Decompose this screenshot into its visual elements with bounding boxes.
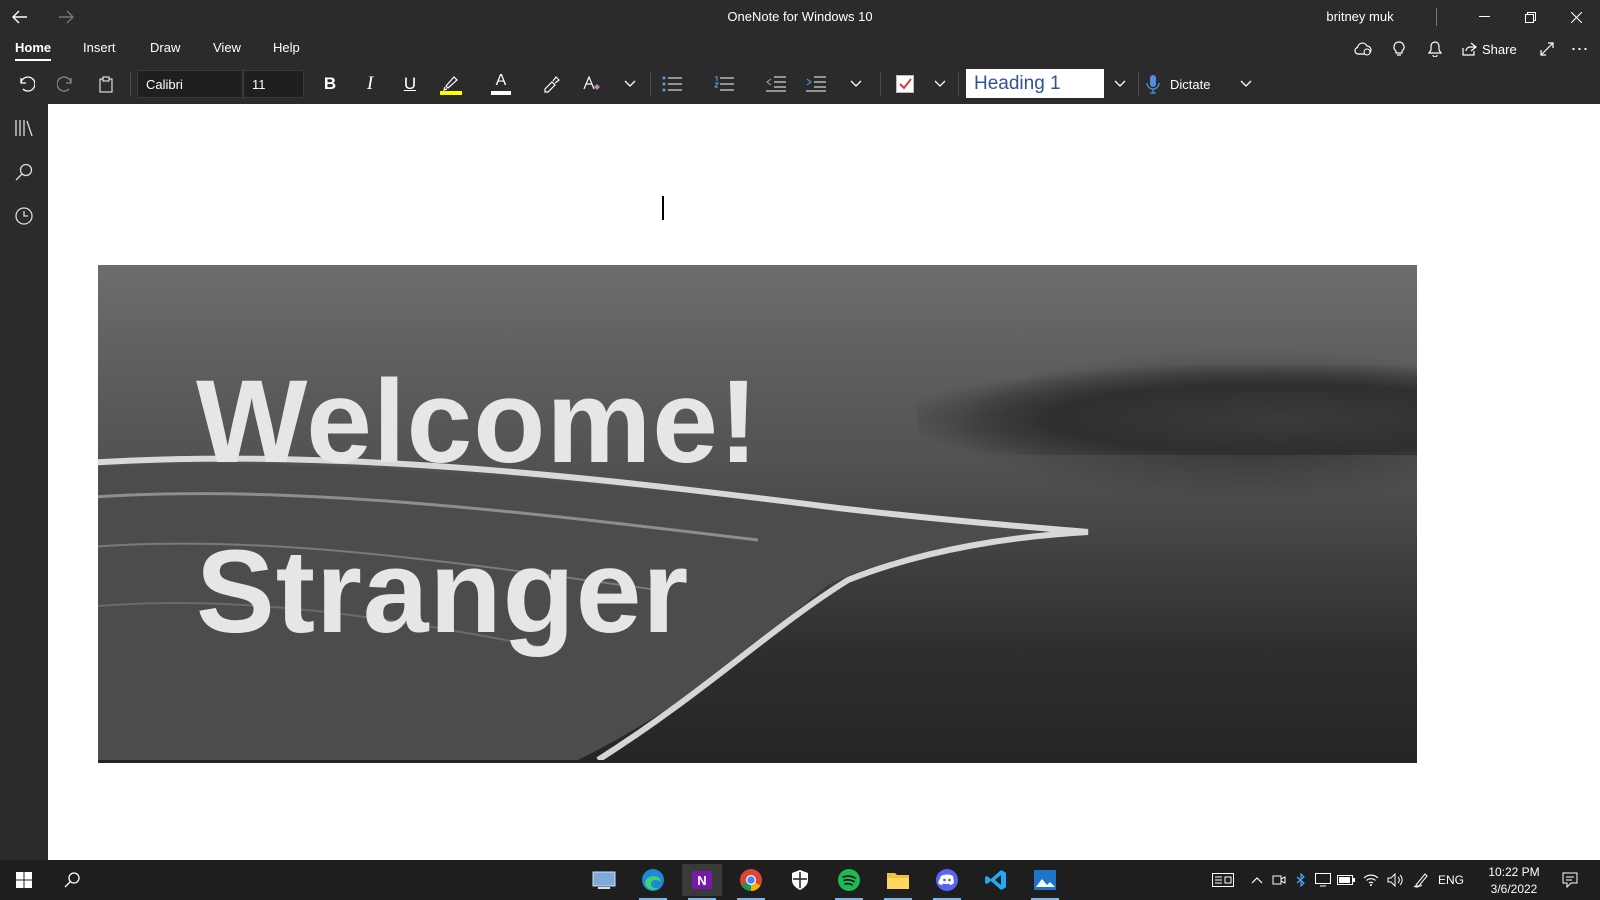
bluetooth-icon[interactable] [1294,872,1308,888]
font-color-label: A [495,72,507,89]
onenote-app-icon[interactable]: N [682,864,722,900]
font-name-field[interactable]: Calibri [137,70,243,98]
discord-icon[interactable] [927,864,967,900]
style-chevron-icon[interactable] [1110,70,1130,98]
clear-formatting-icon[interactable] [580,70,604,98]
tab-draw[interactable]: Draw [150,40,180,55]
more-options-icon[interactable]: ⋯ [1568,38,1592,60]
bold-button[interactable]: B [318,70,342,98]
share-button[interactable]: Share [1462,38,1520,60]
sync-status-icon[interactable] [1352,38,1374,60]
ribbon-tabs: Home Insert Draw View Help Share ⋯ [0,34,1600,62]
page-canvas[interactable]: Welcome! Stranger [48,104,1600,860]
start-windows-icon[interactable] [4,864,44,896]
battery-icon[interactable] [1337,872,1355,888]
windows-taskbar: N ENG 10:22 PM 3/6/2022 [0,860,1600,900]
highlighter-icon[interactable] [438,70,464,98]
toolbar-divider [958,72,959,96]
fullscreen-icon[interactable] [1536,38,1558,60]
welcome-image[interactable]: Welcome! Stranger [98,265,1417,763]
search-icon[interactable] [10,158,38,186]
toolbar-divider [880,72,881,96]
edge-browser-icon[interactable] [633,864,673,900]
vscode-icon[interactable] [976,864,1016,896]
taskbar-search-icon[interactable] [52,864,92,896]
navigation-rail [0,104,48,860]
bell-icon[interactable] [1424,38,1446,60]
lightbulb-icon[interactable] [1388,38,1410,60]
input-language[interactable]: ENG [1436,872,1466,888]
toolbar-divider [130,72,131,96]
wifi-icon[interactable] [1362,872,1380,888]
display-settings-icon[interactable] [1314,872,1332,888]
bullet-list-icon[interactable] [660,70,684,98]
todo-tag-icon[interactable] [892,70,918,98]
spotify-icon[interactable] [829,864,869,900]
image-text-line-2: Stranger [196,526,690,658]
style-selector[interactable]: Heading 1 [966,69,1104,98]
numbered-list-icon[interactable] [712,70,736,98]
share-icon [1462,42,1477,56]
tab-insert[interactable]: Insert [83,40,116,55]
increase-indent-icon[interactable] [804,70,828,98]
italic-button[interactable]: I [358,70,382,98]
tab-home[interactable]: Home [15,40,52,61]
security-shield-icon[interactable] [780,864,820,896]
paragraph-more-chevron-icon[interactable] [846,70,866,98]
forward-arrow-icon[interactable] [52,4,80,30]
clipboard-icon[interactable] [94,70,118,98]
tab-view[interactable]: View [213,40,241,55]
close-icon[interactable] [1553,0,1599,34]
news-widget-icon[interactable] [1210,872,1236,888]
file-explorer-icon[interactable] [878,864,918,900]
notebooks-icon[interactable] [10,114,38,142]
dictate-label: Dictate [1170,76,1211,92]
photos-app-icon[interactable] [1025,864,1065,900]
dictate-button[interactable]: Dictate [1146,70,1246,98]
svg-text:N: N [697,873,706,888]
microphone-icon [1146,75,1160,94]
redo-icon[interactable] [54,70,78,98]
clock-date: 3/6/2022 [1490,882,1538,896]
toolbar-divider [1138,72,1139,96]
format-painter-icon[interactable] [540,70,564,98]
tab-help[interactable]: Help [273,40,300,55]
image-text-line-1: Welcome! [196,356,760,488]
font-size-field[interactable]: 11 [243,70,304,98]
system-clock[interactable]: 10:22 PM 3/6/2022 [1476,864,1552,898]
recent-notes-icon[interactable] [10,202,38,230]
toolbar-divider [650,72,651,96]
clock-time: 10:22 PM [1488,865,1540,879]
text-cursor [662,196,664,220]
title-bar: OneNote for Windows 10 britney muk [0,0,1600,34]
font-color-button[interactable]: A [488,70,514,98]
minimize-icon[interactable] [1461,0,1507,34]
underline-button[interactable]: U [398,70,422,98]
account-name[interactable]: britney muk [1290,9,1430,24]
home-ribbon: Calibri 11 B I U A Heading 1 Dictate [0,66,1600,104]
font-more-chevron-icon[interactable] [620,70,640,98]
dictate-chevron-icon[interactable] [1236,70,1256,98]
show-hidden-icons-chevron-icon[interactable] [1250,872,1264,888]
font-color-swatch [491,91,511,95]
chrome-browser-icon[interactable] [731,864,771,900]
volume-icon[interactable] [1386,872,1404,888]
restore-icon[interactable] [1507,0,1553,34]
share-label: Share [1482,41,1517,57]
back-arrow-icon[interactable] [6,4,34,30]
remote-desktop-icon[interactable] [584,864,624,896]
meet-now-icon[interactable] [1272,872,1286,888]
decrease-indent-icon[interactable] [764,70,788,98]
action-center-icon[interactable] [1560,872,1580,888]
title-divider [1436,8,1437,26]
pen-workspace-icon[interactable] [1412,872,1430,888]
onenote-window: OneNote for Windows 10 britney muk Home … [0,0,1600,860]
undo-icon[interactable] [14,70,38,98]
tags-chevron-icon[interactable] [930,70,950,98]
